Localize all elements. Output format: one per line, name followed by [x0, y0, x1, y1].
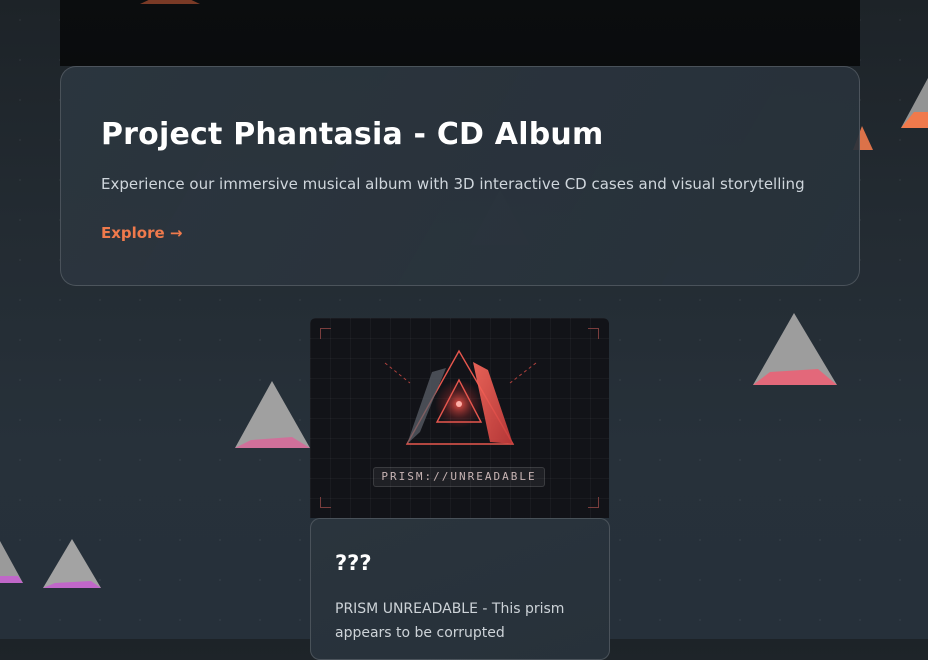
triangle-decoration: [0, 541, 23, 583]
prism-thumbnail[interactable]: PRISM://UNREADABLE: [310, 318, 609, 518]
banner-triangle-decoration: [140, 0, 200, 4]
feature-card[interactable]: Project Phantasia - CD Album Experience …: [60, 66, 860, 286]
prism-status-tag: PRISM://UNREADABLE: [373, 467, 545, 487]
triangle-decoration: [0, 576, 23, 583]
explore-link[interactable]: Explore →: [101, 224, 182, 242]
triangle-decoration: [235, 381, 310, 448]
triangle-decoration: [43, 539, 101, 588]
prism-card-description: PRISM UNREADABLE - This prism appears to…: [335, 601, 565, 641]
feature-card-title: Project Phantasia - CD Album: [101, 117, 604, 152]
triangle-decoration: [901, 78, 928, 128]
triangle-decoration: [753, 369, 837, 385]
feature-card-description: Experience our immersive musical album w…: [101, 175, 805, 193]
triangle-decoration: [235, 437, 310, 448]
prism-icon: [384, 349, 537, 445]
triangle-decoration: [753, 313, 837, 385]
top-banner-image: [60, 0, 860, 66]
triangle-decoration: [43, 581, 101, 588]
triangle-decoration: [901, 112, 928, 128]
prism-card-title: ???: [335, 551, 372, 575]
